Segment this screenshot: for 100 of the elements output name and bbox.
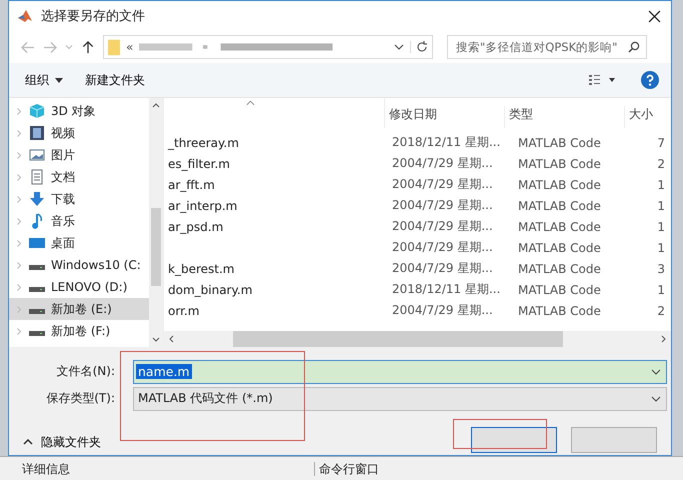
panel-title: 详细信息 xyxy=(22,462,70,476)
organize-button[interactable]: 组织 xyxy=(19,68,69,92)
date-cell: 2004/7/29 星期... xyxy=(392,219,493,233)
save-type-label: 保存类型(T): xyxy=(45,390,116,407)
chevron-icon[interactable] xyxy=(17,152,21,158)
back-arrow-icon[interactable] xyxy=(21,40,35,54)
chevron-icon[interactable] xyxy=(17,108,21,114)
date-cell: 2004/7/29 星期... xyxy=(392,240,493,254)
help-icon[interactable] xyxy=(641,71,659,89)
size-cell: 1 xyxy=(657,282,665,296)
panel-title: 命令行窗口 xyxy=(314,462,379,476)
column-header[interactable]: 修改日期 xyxy=(385,106,505,128)
chevron-icon[interactable] xyxy=(17,196,21,202)
sidebar-item[interactable]: 视频 xyxy=(9,122,149,144)
sidebar-item[interactable]: 3D 对象 xyxy=(9,100,149,122)
dropdown-caret-icon[interactable] xyxy=(651,368,661,374)
sidebar-item[interactable]: 音乐 xyxy=(9,210,149,232)
type-cell: MATLAB Code xyxy=(518,156,601,170)
file-name[interactable]: k_berest.m xyxy=(168,262,234,276)
sidebar-item[interactable]: 新加卷 (E:) xyxy=(9,298,149,320)
type-cell: MATLAB Code xyxy=(518,262,601,276)
type-cell: MATLAB Code xyxy=(518,304,601,318)
cube-icon xyxy=(29,103,45,119)
chevron-icon[interactable] xyxy=(17,328,21,334)
refresh-icon[interactable] xyxy=(410,41,428,53)
new-folder-button[interactable]: 新建文件夹 xyxy=(79,68,151,92)
file-name[interactable]: orr.m xyxy=(168,304,200,318)
dropdown-caret-icon[interactable] xyxy=(651,396,661,402)
chevron-icon[interactable] xyxy=(17,174,21,180)
chevron-icon[interactable] xyxy=(17,130,21,136)
drive-icon xyxy=(29,309,45,314)
size-cell: 1 xyxy=(657,198,665,212)
date-cell: 2004/7/29 星期... xyxy=(392,198,493,212)
file-name[interactable]: ar_psd.m xyxy=(168,220,224,234)
sidebar-item[interactable]: 下载 xyxy=(9,188,149,210)
scroll-down-icon[interactable] xyxy=(152,337,160,342)
caret-icon xyxy=(23,439,33,445)
image-icon xyxy=(29,147,45,163)
date-cell: 2004/7/29 星期... xyxy=(392,177,493,191)
file-name[interactable]: ar_fft.m xyxy=(168,178,215,192)
size-cell: 7 xyxy=(657,136,665,150)
save-type-dropdown[interactable]: MATLAB 代码文件 (*.m) xyxy=(133,386,667,410)
date-cell: 2004/7/29 星期... xyxy=(392,156,493,170)
type-cell: MATLAB Code xyxy=(518,240,601,254)
download-arrow-icon xyxy=(29,191,45,207)
scroll-thumb[interactable] xyxy=(151,208,161,286)
folder-icon xyxy=(108,38,120,56)
horizontal-scrollbar[interactable] xyxy=(164,331,671,347)
music-note-icon xyxy=(29,213,45,229)
drive-icon xyxy=(29,331,45,336)
sidebar-item[interactable]: 桌面 xyxy=(9,232,149,254)
caret-icon[interactable] xyxy=(65,44,73,50)
file-name[interactable]: dom_binary.m xyxy=(168,282,252,296)
address-bar[interactable]: « xyxy=(103,35,433,59)
type-cell: MATLAB Code xyxy=(518,178,601,192)
scroll-up-icon[interactable] xyxy=(152,103,160,108)
chevron-icon[interactable] xyxy=(17,240,21,246)
sidebar-item[interactable]: 文档 xyxy=(9,166,149,188)
chevron-icon[interactable] xyxy=(17,218,21,224)
dropdown-caret-icon[interactable] xyxy=(394,44,404,50)
file-name-label: 文件名(N): xyxy=(56,363,116,380)
size-cell: 2 xyxy=(657,156,665,170)
date-cell: 2004/7/29 星期... xyxy=(392,303,493,317)
close-icon[interactable] xyxy=(648,10,661,22)
sidebar-item[interactable]: 新加卷 (F:) xyxy=(9,320,149,342)
scroll-thumb[interactable] xyxy=(233,331,563,347)
caret-icon xyxy=(55,78,63,82)
drive-icon xyxy=(29,265,45,270)
window-title: 选择要另存的文件 xyxy=(41,8,146,25)
sidebar-item[interactable]: 图片 xyxy=(9,144,149,166)
search-field[interactable]: 搜索"多径信道对QPSK的影响" xyxy=(447,35,647,59)
chevron-icon[interactable] xyxy=(17,262,21,268)
scroll-left-icon[interactable] xyxy=(169,335,174,343)
size-cell: 1 xyxy=(657,240,665,254)
column-header[interactable]: 大小 xyxy=(625,106,671,128)
file-name-field[interactable]: name.m xyxy=(133,360,667,384)
breadcrumb-overflow[interactable]: « xyxy=(126,40,134,54)
forward-arrow-icon[interactable] xyxy=(43,40,57,54)
up-arrow-icon[interactable] xyxy=(81,40,95,54)
column-header[interactable]: 类型 xyxy=(505,106,625,128)
hide-folders-button[interactable]: 隐藏文件夹 xyxy=(17,432,107,452)
matlab-logo-icon xyxy=(17,8,33,24)
chevron-icon[interactable] xyxy=(17,284,21,290)
dialog-button[interactable] xyxy=(471,427,557,453)
dialog-button[interactable] xyxy=(571,427,657,453)
file-name[interactable]: es_filter.m xyxy=(168,156,230,170)
file-name[interactable]: _threeray.m xyxy=(168,136,239,150)
date-cell: 2018/12/11 星期... xyxy=(392,135,500,149)
file-name[interactable]: ar_interp.m xyxy=(168,198,238,212)
film-icon xyxy=(29,125,45,141)
sort-caret-icon[interactable] xyxy=(246,100,255,106)
sidebar-item[interactable]: Windows10 (C: xyxy=(9,254,149,276)
size-cell: 1 xyxy=(657,220,665,234)
size-cell: 1 xyxy=(657,178,665,192)
date-cell: 2004/7/29 星期... xyxy=(392,261,493,275)
sidebar-item[interactable]: LENOVO (D:) xyxy=(9,276,149,298)
size-cell: 2 xyxy=(657,304,665,318)
vertical-scrollbar[interactable] xyxy=(149,98,163,347)
type-cell: MATLAB Code xyxy=(518,282,601,296)
scroll-right-icon[interactable] xyxy=(661,335,666,343)
